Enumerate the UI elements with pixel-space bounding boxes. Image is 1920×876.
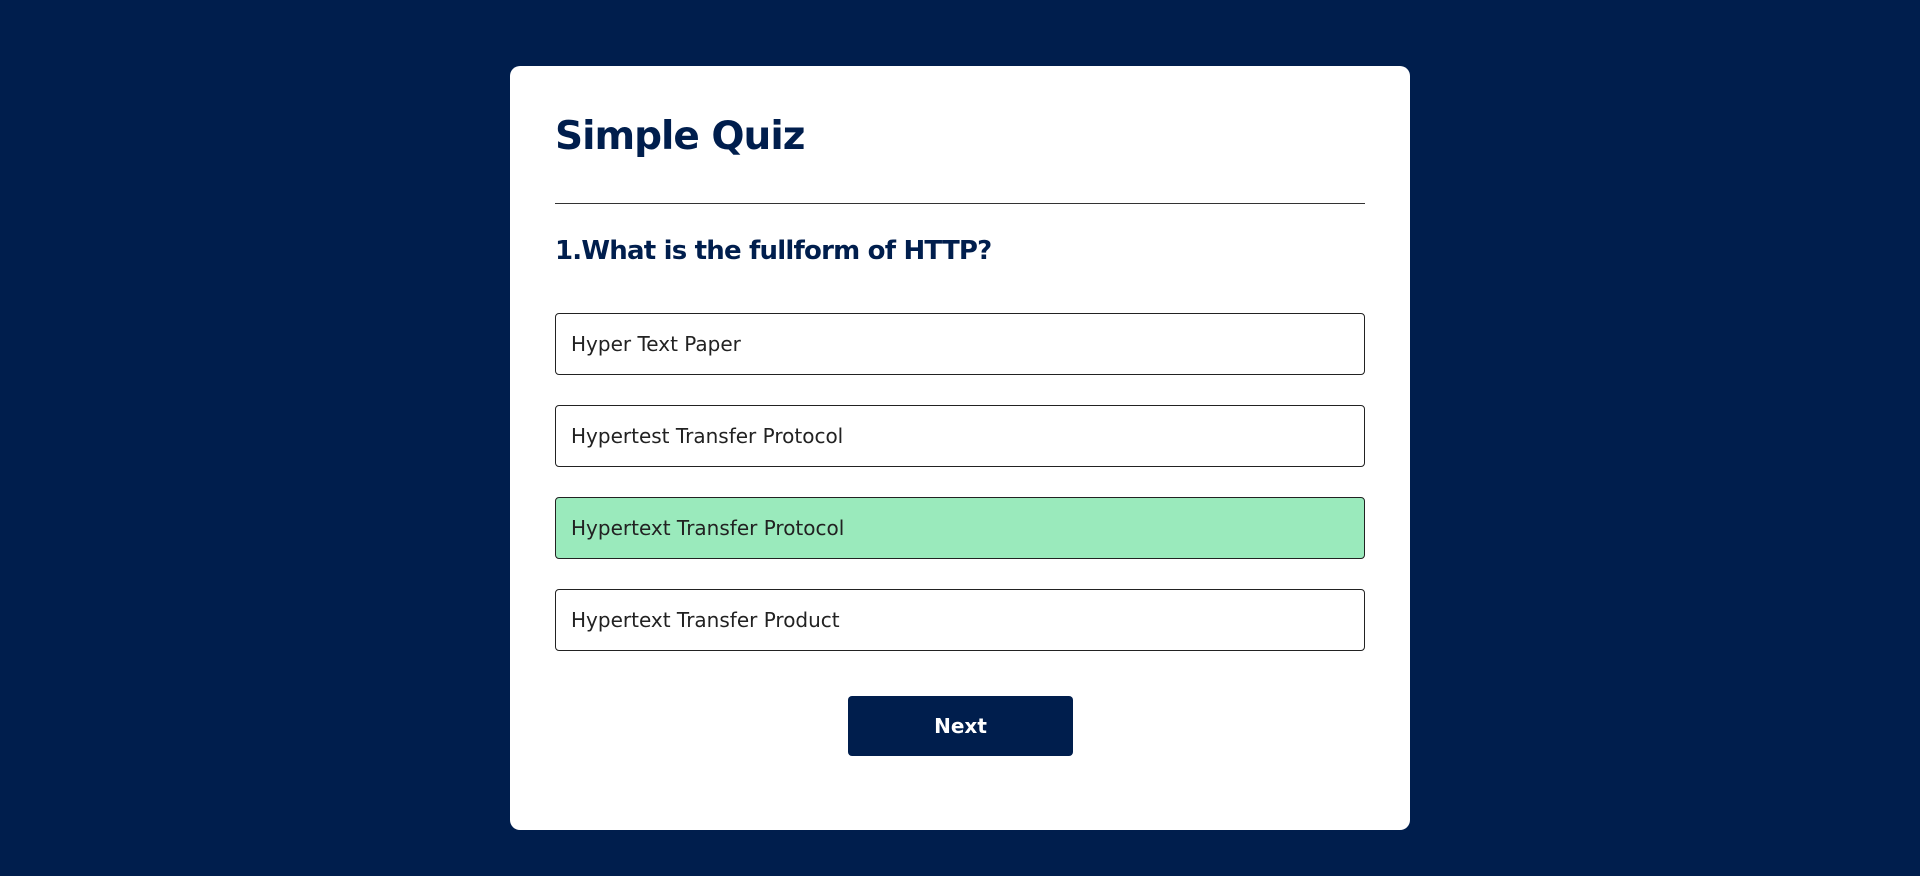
- answer-option-2[interactable]: Hypertest Transfer Protocol: [555, 405, 1365, 467]
- answer-option-3-correct[interactable]: Hypertext Transfer Protocol: [555, 497, 1365, 559]
- quiz-title: Simple Quiz: [555, 114, 805, 159]
- answer-list: Hyper Text Paper Hypertest Transfer Prot…: [555, 313, 1365, 681]
- answer-option-4[interactable]: Hypertext Transfer Product: [555, 589, 1365, 651]
- title-divider: [555, 203, 1365, 204]
- question-text: 1.What is the fullform of HTTP?: [555, 236, 992, 266]
- next-button[interactable]: Next: [848, 696, 1073, 756]
- answer-option-1[interactable]: Hyper Text Paper: [555, 313, 1365, 375]
- quiz-card: Simple Quiz 1.What is the fullform of HT…: [510, 66, 1410, 830]
